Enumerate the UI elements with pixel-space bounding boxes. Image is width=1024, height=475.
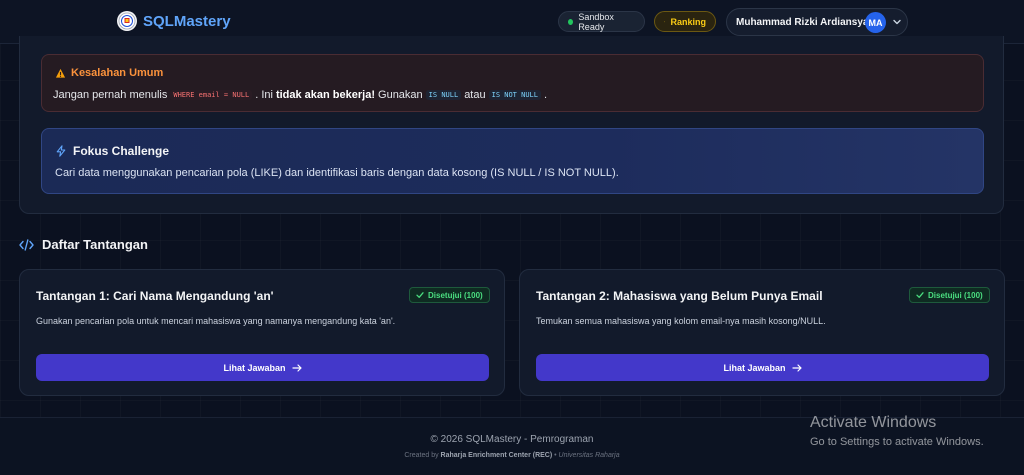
challenge-title: Tantangan 1: Cari Nama Mengandung 'an' xyxy=(36,289,274,303)
code-snippet-bad: WHERE email = NULL xyxy=(170,90,253,100)
footer-credit: Created by Raharja Enrichment Center (RE… xyxy=(0,452,1024,459)
ranking-label: Ranking xyxy=(670,16,706,27)
alert-text-part: Gunakan xyxy=(378,89,423,101)
lightning-icon xyxy=(56,145,66,157)
footer-credit-prefix: Created by xyxy=(404,452,439,459)
alert-emphasis: tidak akan bekerja! xyxy=(275,89,376,101)
challenge-description: Temukan semua mahasiswa yang kolom email… xyxy=(536,316,826,326)
arrow-right-icon xyxy=(791,363,802,372)
chevron-down-icon xyxy=(893,19,901,25)
footer-credit-org: Raharja Enrichment Center (REC) xyxy=(440,452,553,459)
code-icon xyxy=(19,238,34,251)
warning-triangle-icon xyxy=(55,68,66,78)
common-mistake-alert: Kesalahan Umum Jangan pernah menulis WHE… xyxy=(41,54,984,112)
status-dot-icon xyxy=(568,18,574,25)
section-heading: Daftar Tantangan xyxy=(19,237,148,252)
footer-credit-separator: • xyxy=(554,452,557,459)
footer-credit-university: Universitas Raharja xyxy=(558,452,620,459)
status-badge-label: Disetujui (100) xyxy=(928,290,983,300)
activate-windows-watermark: Activate Windows Go to Settings to activ… xyxy=(810,414,984,448)
focus-challenge-card: Fokus Challenge Cari data menggunakan pe… xyxy=(41,128,984,194)
view-answer-button[interactable]: Lihat Jawaban xyxy=(36,354,489,381)
challenge-title: Tantangan 2: Mahasiswa yang Belum Punya … xyxy=(536,289,823,303)
challenge-card: Tantangan 1: Cari Nama Mengandung 'an' D… xyxy=(19,269,505,396)
view-answer-label: Lihat Jawaban xyxy=(223,362,286,373)
sandbox-status-label: Sandbox Ready xyxy=(578,11,614,32)
view-answer-button[interactable]: Lihat Jawaban xyxy=(536,354,989,381)
check-icon xyxy=(916,292,924,298)
focus-title-row: Fokus Challenge xyxy=(55,144,169,158)
status-badge-label: Disetujui (100) xyxy=(428,290,483,300)
focus-title: Fokus Challenge xyxy=(73,144,170,158)
focus-description: Cari data menggunakan pencarian pola (LI… xyxy=(55,167,619,179)
sandbox-status-badge: Sandbox Ready xyxy=(558,11,645,32)
code-snippet-is-null: IS NULL xyxy=(425,90,462,100)
challenge-card: Tantangan 2: Mahasiswa yang Belum Punya … xyxy=(519,269,1005,396)
alert-text-part: . xyxy=(543,89,548,101)
alert-text-part: . Ini xyxy=(255,89,273,101)
alert-text-part: atau xyxy=(464,89,486,101)
check-icon xyxy=(416,292,424,298)
section-title: Daftar Tantangan xyxy=(42,237,148,252)
code-snippet-is-not-null: IS NOT NULL xyxy=(488,90,541,100)
alert-text: Jangan pernah menulis WHERE email = NULL… xyxy=(53,89,547,101)
status-badge: Disetujui (100) xyxy=(409,287,490,303)
watermark-subtitle: Go to Settings to activate Windows. xyxy=(810,436,984,448)
status-badge: Disetujui (100) xyxy=(909,287,990,303)
brand-name: SQLMastery xyxy=(143,12,231,30)
avatar: MA xyxy=(865,12,886,33)
user-name: Muhammad Rizki Ardiansyah xyxy=(736,16,875,28)
challenge-description: Gunakan pencarian pola untuk mencari mah… xyxy=(36,316,396,326)
view-answer-label: Lihat Jawaban xyxy=(723,362,786,373)
bar-chart-icon xyxy=(664,20,666,23)
user-menu[interactable]: Muhammad Rizki Ardiansyah MA xyxy=(726,8,908,36)
university-logo-icon xyxy=(117,11,137,31)
brand[interactable]: SQLMastery xyxy=(117,11,231,31)
watermark-title: Activate Windows xyxy=(810,414,937,431)
alert-title-row: Kesalahan Umum xyxy=(55,67,163,79)
arrow-right-icon xyxy=(291,363,302,372)
alert-title: Kesalahan Umum xyxy=(71,67,164,79)
alert-text-part: Jangan pernah menulis xyxy=(53,89,168,101)
ranking-button[interactable]: Ranking xyxy=(654,11,716,32)
